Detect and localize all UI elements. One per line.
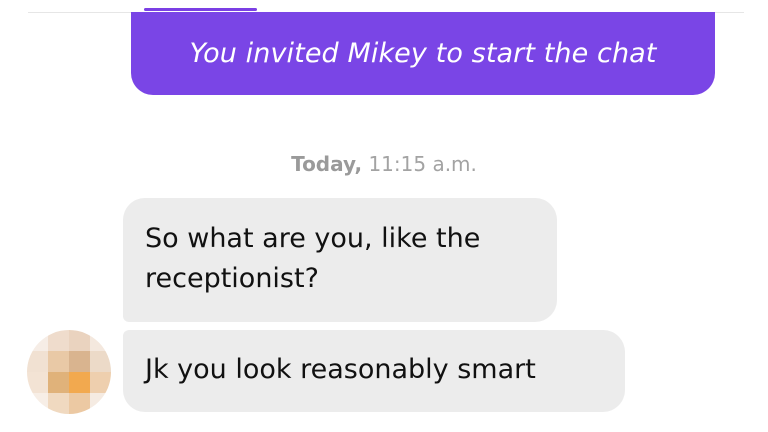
avatar-pixel [48,393,69,414]
avatar-pixel [48,351,69,372]
avatar-pixel [69,330,90,351]
invite-banner-text: You invited Mikey to start the chat [189,38,657,69]
avatar-pixel [90,330,111,351]
incoming-message-bubble[interactable]: So what are you, like the receptionist? [123,198,557,322]
avatar-pixel [27,330,48,351]
avatar-pixel [27,351,48,372]
avatar-pixel [90,393,111,414]
avatar-pixel [69,372,90,393]
invite-banner: You invited Mikey to start the chat [131,12,715,95]
chat-screen: You invited Mikey to start the chat Toda… [0,0,768,432]
tab-indicator [144,8,257,11]
avatar[interactable] [27,330,111,414]
avatar-pixel [48,330,69,351]
timestamp-time: 11:15 a.m. [368,152,477,176]
avatar-pixel [69,351,90,372]
avatar-pixel [90,351,111,372]
avatar-pixel [27,393,48,414]
avatar-pixel [69,393,90,414]
timestamp-day: Today, [291,152,363,176]
avatar-pixel [90,372,111,393]
message-text: Jk you look reasonably smart [145,354,536,385]
avatar-pixel [27,372,48,393]
message-timestamp: Today, 11:15 a.m. [0,152,768,176]
incoming-message-bubble[interactable]: Jk you look reasonably smart [123,330,625,412]
avatar-pixel [48,372,69,393]
message-text: So what are you, like the receptionist? [145,223,481,294]
